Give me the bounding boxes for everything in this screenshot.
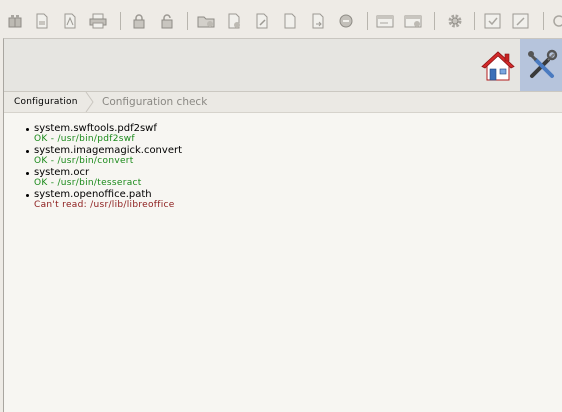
chevron-right-icon [85,92,94,112]
tools-icon [528,49,558,78]
check-result-ok: OK - /usr/bin/tesseract [34,178,142,188]
lock-open-icon[interactable] [156,10,178,32]
check-key: system.imagemagick.convert [34,145,182,156]
breadcrumb-item-configuration[interactable]: Configuration [14,92,78,112]
list-item: system.ocr OK - /usr/bin/tesseract [26,167,182,189]
tools-button[interactable] [520,39,562,91]
doc-plain-icon[interactable] [279,10,301,32]
list-item: system.swftools.pdf2swf OK - /usr/bin/pd… [26,123,182,145]
top-navigation-bar [4,39,562,92]
refresh-icon[interactable] [548,10,562,32]
check-result-error: Can't read: /usr/lib/libreoffice [34,200,175,210]
check-result-ok: OK - /usr/bin/pdf2swf [34,134,135,144]
doc-icon[interactable] [31,10,53,32]
main-panel: Configuration Configuration check system… [3,38,562,412]
window-edit-icon[interactable] [510,10,532,32]
doc-new-icon[interactable] [223,10,245,32]
check-key: system.swftools.pdf2swf [34,123,157,134]
check-key: system.ocr [34,167,90,178]
check-list: system.swftools.pdf2swf OK - /usr/bin/pd… [26,123,182,211]
doc-arrow-icon[interactable] [307,10,329,32]
home-button[interactable] [478,46,518,86]
printer-icon[interactable] [87,10,109,32]
check-result-ok: OK - /usr/bin/convert [34,156,134,166]
lock-icon[interactable] [128,10,150,32]
check-key: system.openoffice.path [34,189,152,200]
doc-edit-icon[interactable] [251,10,273,32]
window-check-icon[interactable] [482,10,504,32]
card-edit-icon[interactable] [402,10,424,32]
box-icon[interactable] [4,10,26,32]
list-item: system.openoffice.path Can't read: /usr/… [26,189,182,211]
card-icon[interactable] [374,10,396,32]
remove-icon[interactable] [335,10,357,32]
doc-pdf-icon[interactable] [59,10,81,32]
breadcrumb-item-configuration-check: Configuration check [102,96,208,108]
gear-icon[interactable] [444,10,466,32]
list-item: system.imagemagick.convert OK - /usr/bin… [26,145,182,167]
home-icon [481,51,515,81]
breadcrumb: Configuration Configuration check [4,92,562,113]
content-area: system.swftools.pdf2swf OK - /usr/bin/pd… [4,113,562,412]
folder-new-icon[interactable] [195,10,217,32]
main-toolbar [0,0,562,38]
